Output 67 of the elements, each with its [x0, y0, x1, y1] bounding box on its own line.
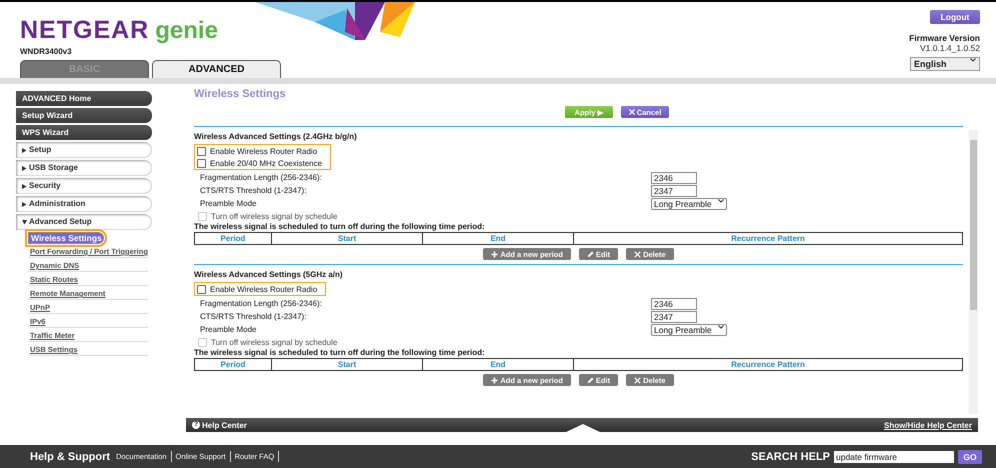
field-label: CTS/RTS Threshold (1-2347): — [200, 312, 308, 321]
column-header: Recurrence Pattern — [730, 233, 806, 244]
menu-section[interactable]: Setup — [16, 142, 152, 158]
brand-suffix: genie — [155, 17, 218, 45]
column-header: Period — [195, 359, 272, 370]
menu-button[interactable]: Setup Wizard — [16, 108, 152, 123]
section-title: Wireless Advanced Settings (2.4GHz b/g/n) — [194, 132, 358, 141]
firmware-version: V1.0.1.4_1.0.52 — [920, 43, 980, 53]
scrollbar[interactable] — [969, 130, 978, 414]
expand-icon[interactable] — [566, 424, 600, 432]
section-title: Wireless Advanced Settings (5GHz a/n) — [194, 270, 344, 279]
model-name: WNDR3400v3 — [20, 47, 73, 56]
plus-icon — [491, 250, 498, 258]
firmware-label: Firmware Version — [909, 33, 980, 43]
menu-button[interactable]: WPS Wizard — [16, 125, 152, 140]
checkbox[interactable]: Enable 20/40 MHz Coexistence — [194, 157, 332, 170]
triangle-right-icon — [22, 184, 27, 188]
input-field[interactable]: 2347 — [651, 310, 697, 322]
field-label: Preamble Mode — [200, 199, 258, 208]
menu-button[interactable]: ADVANCED Home — [16, 91, 152, 106]
select-field[interactable]: Long Preamble — [651, 198, 727, 210]
close-icon — [628, 108, 635, 114]
input-field[interactable]: 2346 — [651, 172, 697, 184]
search-label: SEARCH HELP — [751, 450, 830, 462]
brand-logo: NETGEAR — [20, 16, 150, 45]
triangle-right-icon — [22, 166, 27, 170]
column-header: End — [423, 359, 574, 370]
input-field[interactable]: 2346 — [651, 298, 697, 310]
go-button[interactable]: GO — [958, 450, 982, 464]
chevron-down-icon — [718, 198, 724, 202]
column-header: Recurrence Pattern — [730, 359, 806, 370]
plus-icon — [491, 376, 498, 384]
menu-link[interactable]: Wireless Settings — [28, 232, 104, 244]
triangle-down-icon — [22, 220, 27, 224]
language-select[interactable]: English — [910, 57, 980, 71]
close-icon — [634, 376, 642, 384]
search-field[interactable]: update firmware — [834, 450, 954, 462]
schedule-note: The wireless signal is scheduled to turn off during the following time period: — [194, 348, 486, 357]
pencil-icon — [586, 250, 594, 258]
help-toggle-link[interactable]: Show/Hide Help Center — [884, 420, 972, 430]
menu-section[interactable]: Advanced Setup — [16, 214, 152, 230]
input-field[interactable]: 2347 — [651, 184, 697, 196]
column-header: End — [423, 233, 574, 244]
checkbox[interactable]: Enable Wireless Router Radio — [194, 144, 332, 157]
chevron-down-icon — [970, 58, 976, 62]
checkbox[interactable]: Enable Wireless Router Radio — [194, 282, 326, 296]
column-header: Period — [195, 233, 272, 244]
field-label: CTS/RTS Threshold (1-2347): — [200, 186, 308, 195]
menu-section[interactable]: USB Storage — [16, 160, 152, 176]
field-label: Fragmentation Length (256-2346): — [200, 173, 323, 182]
pencil-icon — [586, 376, 594, 384]
page-title: Wireless Settings — [193, 87, 287, 102]
menu-section[interactable]: Administration — [16, 196, 152, 212]
select-field[interactable]: Long Preamble — [651, 324, 727, 336]
menu-section[interactable]: Security — [16, 178, 152, 194]
field-label: Fragmentation Length (256-2346): — [200, 299, 323, 308]
footer-title: Help & Support — [30, 450, 110, 462]
schedule-note: The wireless signal is scheduled to turn off during the following time period: — [194, 222, 486, 231]
logout-button[interactable]: Logout — [930, 10, 980, 24]
field-label: Preamble Mode — [200, 325, 258, 334]
triangle-right-icon — [22, 202, 27, 206]
close-icon — [634, 250, 642, 258]
column-header: Start — [272, 233, 423, 244]
tab[interactable]: ADVANCED — [152, 60, 281, 78]
column-header: Start — [272, 359, 423, 370]
chevron-down-icon — [718, 324, 724, 328]
triangle-right-icon — [22, 148, 27, 152]
